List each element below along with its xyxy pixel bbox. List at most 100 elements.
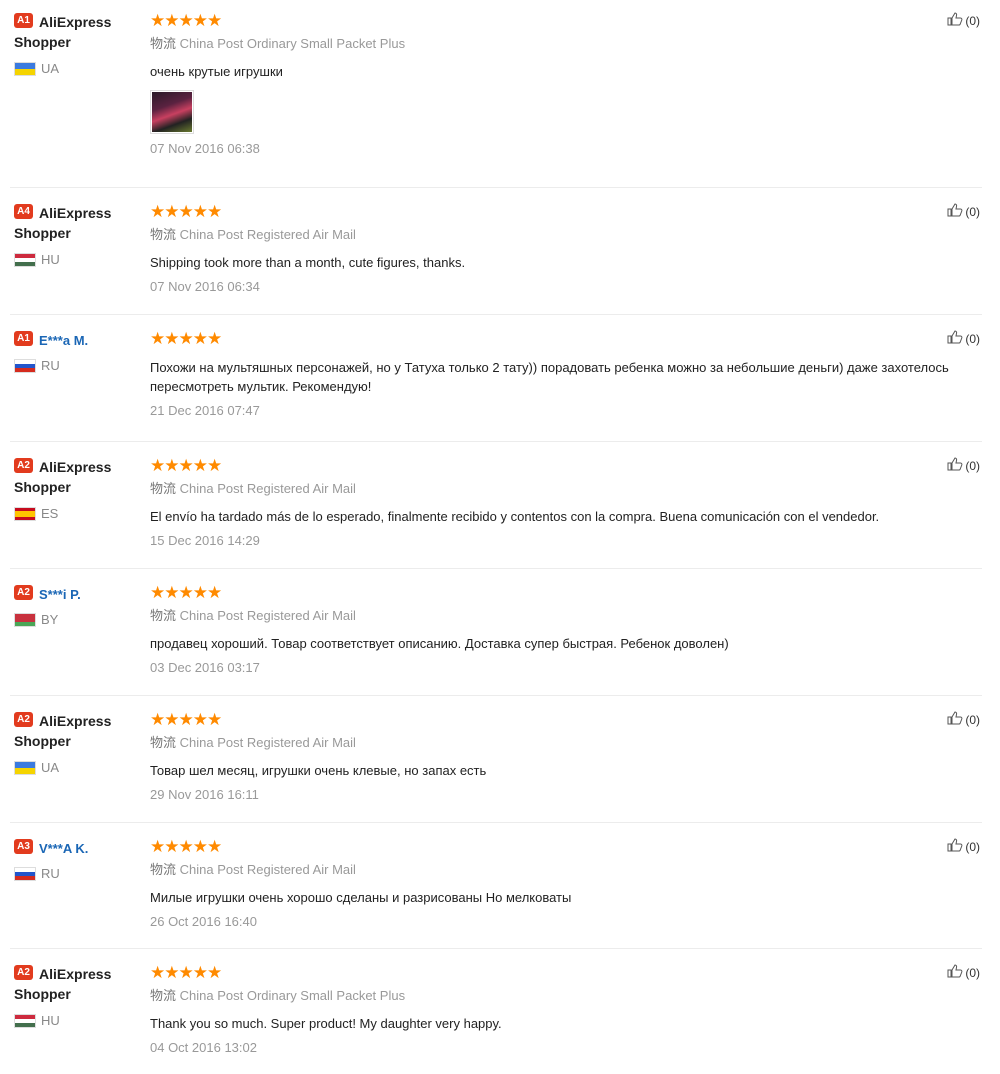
review-date: 15 Dec 2016 14:29 <box>150 533 260 548</box>
helpful-count: (0) <box>965 204 980 219</box>
review-photo-thumbnail[interactable] <box>150 90 194 134</box>
reviewer-country: UA <box>14 760 59 775</box>
helpful-count: (0) <box>965 839 980 854</box>
member-level-badge: A1 <box>14 331 33 346</box>
star-rating: ★★★★★ <box>150 456 222 475</box>
review-text: Shipping took more than a month, cute fi… <box>150 255 466 270</box>
country-flag-icon <box>14 612 36 627</box>
logistics-info: 物流 China Post Ordinary Small Packet Plus <box>150 988 406 1003</box>
review-text: Милые игрушки очень хорошо сделаны и раз… <box>150 890 572 905</box>
reviewer-info: A2 AliExpress Shopper HU <box>14 964 139 1028</box>
helpful-button[interactable]: (0) <box>947 330 980 347</box>
star-rating: ★★★★★ <box>150 202 222 221</box>
helpful-count: (0) <box>965 331 980 346</box>
review-divider <box>10 441 982 442</box>
review-body: ★★★★★ 物流 China Post Ordinary Small Packet… <box>150 964 980 1056</box>
reviewer-name: A2 AliExpress Shopper <box>14 712 112 749</box>
reviewer-info: A3 V***A K. RU <box>14 838 139 881</box>
thumbs-up-icon <box>947 12 965 29</box>
review-date: 04 Oct 2016 13:02 <box>150 1040 257 1055</box>
thumbs-up-icon <box>947 711 965 728</box>
thumbs-up-icon <box>947 838 965 855</box>
reviewer-name: A2 AliExpress Shopper <box>14 965 112 1002</box>
review-divider <box>10 187 982 188</box>
review-date: 21 Dec 2016 07:47 <box>150 403 260 418</box>
reviewer-info: A2 AliExpress Shopper UA <box>14 711 139 775</box>
reviewer-country: RU <box>14 358 60 373</box>
thumbs-up-icon <box>947 964 965 981</box>
review-date: 07 Nov 2016 06:34 <box>150 279 260 294</box>
logistics-info: 物流 China Post Ordinary Small Packet Plus <box>150 36 406 51</box>
reviewer-country: UA <box>14 61 59 76</box>
reviewer-info: A1 AliExpress Shopper UA <box>14 12 139 76</box>
helpful-count: (0) <box>965 712 980 727</box>
reviewer-country: HU <box>14 1013 60 1028</box>
review-text: продавец хороший. Товар соответствует оп… <box>150 636 729 651</box>
review-body: ★★★★★ 物流 China Post Registered Air Mail El… <box>150 457 980 549</box>
member-level-badge: A2 <box>14 712 33 727</box>
review-body: ★★★★★ 物流 China Post Registered Air Mail То… <box>150 711 980 803</box>
reviewer-country: ES <box>14 506 58 521</box>
reviewer-country: BY <box>14 612 58 627</box>
member-level-badge: A2 <box>14 965 33 980</box>
country-flag-icon <box>14 358 36 373</box>
logistics-info: 物流 China Post Registered Air Mail <box>150 735 356 750</box>
review-text: Похожи на мультяшных персонажей, но у Та… <box>150 360 949 394</box>
star-rating: ★★★★★ <box>150 963 222 982</box>
review-text: Thank you so much. Super product! My dau… <box>150 1016 502 1031</box>
reviewer-info: A1 E***a M. RU <box>14 330 139 373</box>
review-divider <box>10 948 982 949</box>
logistics-info: 物流 China Post Registered Air Mail <box>150 481 356 496</box>
reviewer-country: HU <box>14 252 60 267</box>
review-date: 26 Oct 2016 16:40 <box>150 914 257 929</box>
reviewer-name[interactable]: A1 E***a M. <box>14 330 139 351</box>
review-body: ★★★★★ 物流 China Post Registered Air Mail Sh… <box>150 203 980 295</box>
country-flag-icon <box>14 760 36 775</box>
star-rating: ★★★★★ <box>150 837 222 856</box>
review-body: ★★★★★ 物流 China Post Ordinary Small Packet… <box>150 12 980 157</box>
country-flag-icon <box>14 1013 36 1028</box>
star-rating: ★★★★★ <box>150 11 222 30</box>
helpful-count: (0) <box>965 965 980 980</box>
reviewer-info: A4 AliExpress Shopper HU <box>14 203 139 267</box>
helpful-button[interactable]: (0) <box>947 12 980 29</box>
member-level-badge: A3 <box>14 839 33 854</box>
review-body: ★★★★★ Похожи на мультяшных персонажей, но… <box>150 330 980 419</box>
helpful-button[interactable]: (0) <box>947 203 980 220</box>
member-level-badge: A4 <box>14 204 33 219</box>
country-flag-icon <box>14 866 36 881</box>
helpful-button[interactable]: (0) <box>947 838 980 855</box>
logistics-info: 物流 China Post Registered Air Mail <box>150 608 356 623</box>
reviewer-name: A4 AliExpress Shopper <box>14 204 112 241</box>
review-date: 07 Nov 2016 06:38 <box>150 141 260 156</box>
star-rating: ★★★★★ <box>150 329 222 348</box>
thumbs-up-icon <box>947 203 965 220</box>
thumbs-up-icon <box>947 330 965 347</box>
review-text: Товар шел месяц, игрушки очень клевые, н… <box>150 763 487 778</box>
reviewer-info: A2 S***i P. BY <box>14 584 139 627</box>
review-divider <box>10 314 982 315</box>
review-body: ★★★★★ 物流 China Post Registered Air Mail пр… <box>150 584 980 676</box>
country-flag-icon <box>14 61 36 76</box>
thumbs-up-icon <box>947 457 965 474</box>
review-date: 29 Nov 2016 16:11 <box>150 787 259 802</box>
reviewer-name: A2 AliExpress Shopper <box>14 458 112 495</box>
helpful-button[interactable]: (0) <box>947 457 980 474</box>
reviewer-info: A2 AliExpress Shopper ES <box>14 457 139 521</box>
helpful-button[interactable]: (0) <box>947 964 980 981</box>
review-text: El envío ha tardado más de lo esperado, … <box>150 509 880 524</box>
review-body: ★★★★★ 物流 China Post Registered Air Mail Ми… <box>150 838 980 930</box>
review-date: 03 Dec 2016 03:17 <box>150 660 260 675</box>
member-level-badge: A2 <box>14 458 33 473</box>
review-divider <box>10 568 982 569</box>
review-text: очень крутые игрушки <box>150 64 283 79</box>
reviewer-name[interactable]: A3 V***A K. <box>14 838 139 859</box>
helpful-count: (0) <box>965 13 980 28</box>
reviewer-name[interactable]: A2 S***i P. <box>14 584 139 605</box>
helpful-button[interactable]: (0) <box>947 711 980 728</box>
star-rating: ★★★★★ <box>150 710 222 729</box>
member-level-badge: A1 <box>14 13 33 28</box>
member-level-badge: A2 <box>14 585 33 600</box>
logistics-info: 物流 China Post Registered Air Mail <box>150 227 356 242</box>
reviewer-name: A1 AliExpress Shopper <box>14 13 112 50</box>
